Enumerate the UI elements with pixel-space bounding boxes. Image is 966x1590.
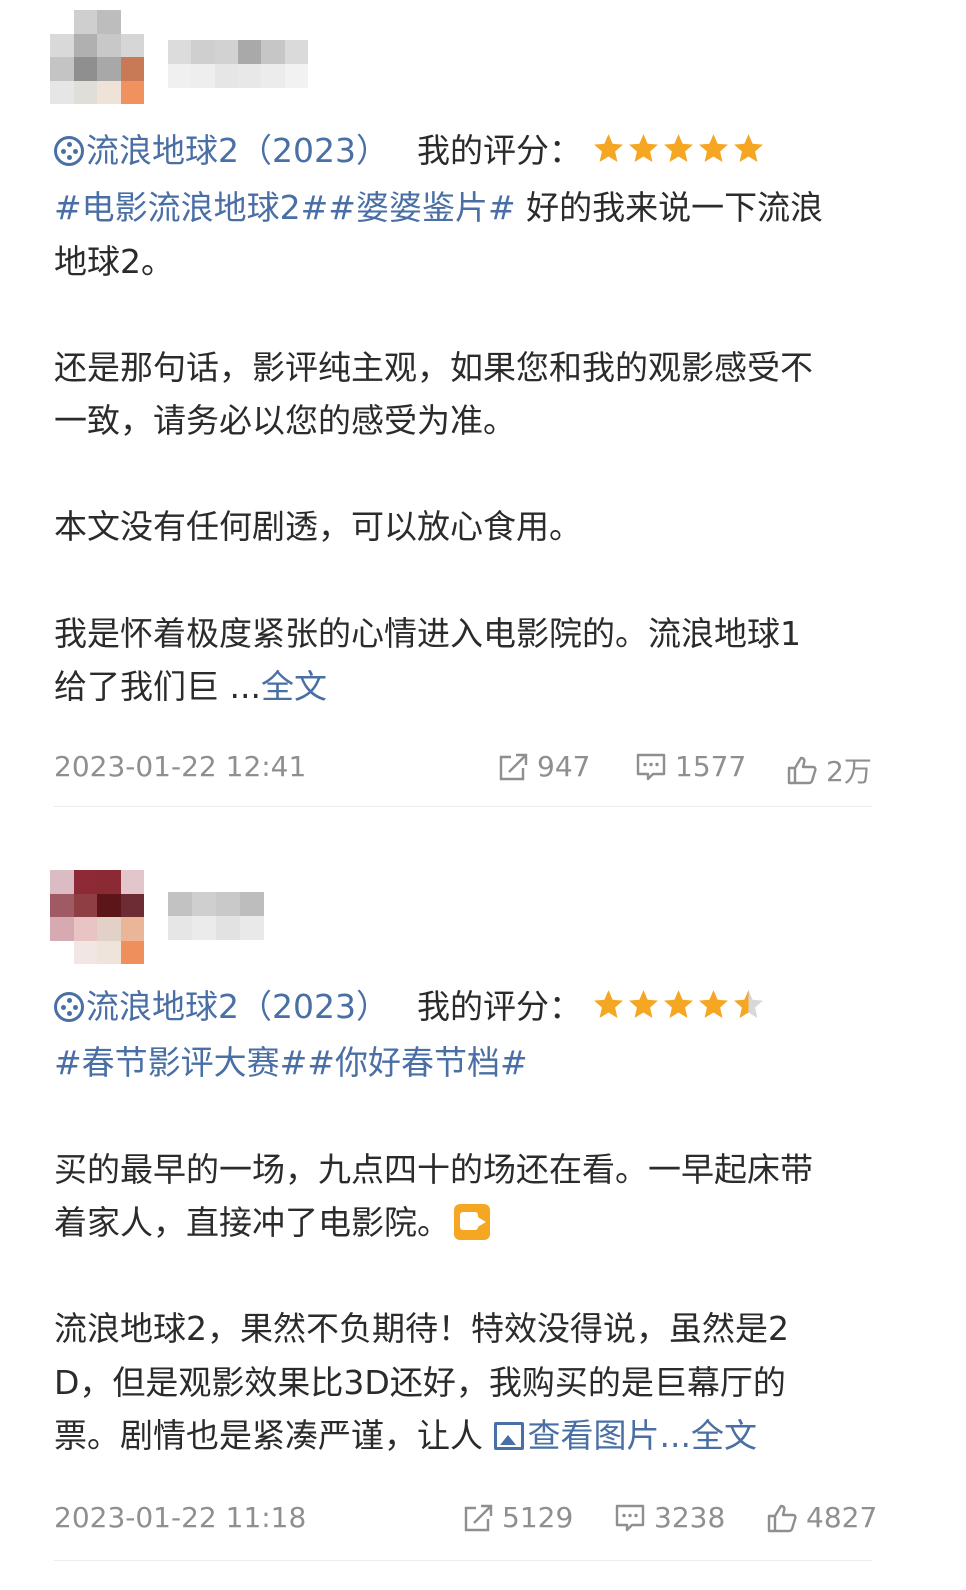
image-icon <box>493 1422 524 1450</box>
star-rating <box>592 132 767 174</box>
repost-button[interactable]: 947 <box>497 750 590 783</box>
repost-icon <box>464 1504 493 1531</box>
like-button[interactable]: 4827 <box>766 1501 877 1534</box>
star-icon <box>592 132 625 165</box>
hashtag-link[interactable]: #春节影评大赛##你好春节档# <box>54 1043 528 1082</box>
post-text-line: 一致，请务必以您的感受为准。 <box>54 401 516 440</box>
movie-tag-link[interactable]: 流浪地球2（2023） <box>54 987 389 1026</box>
full-text-link[interactable]: 全文 <box>261 667 327 706</box>
avatar[interactable] <box>50 10 144 104</box>
star-icon <box>627 988 660 1021</box>
post-text-line: 票。剧情也是紧凑严谨，让人 查看图片...全文 <box>54 1416 757 1455</box>
post-text-line: 地球2。 <box>54 242 174 281</box>
movie-tag-link[interactable]: 流浪地球2（2023） <box>54 131 389 170</box>
post-text-line: D，但是观影效果比3D还好，我购买的是巨幕厅的 <box>54 1363 786 1402</box>
star-icon <box>732 132 765 165</box>
post-text-line: 我是怀着极度紧张的心情进入电影院的。流浪地球1 <box>54 614 801 653</box>
comment-button[interactable]: 3238 <box>614 1501 725 1534</box>
timestamp: 2023-01-22 11:18 <box>54 1501 307 1534</box>
username[interactable] <box>168 40 308 88</box>
post-text-line: #春节影评大赛##你好春节档# <box>54 1043 528 1083</box>
comment-button[interactable]: 1577 <box>635 750 746 783</box>
divider <box>54 806 872 807</box>
post-text-line: 给了我们巨 ...全文 <box>54 667 327 706</box>
star-rating <box>592 988 767 1030</box>
like-button[interactable]: 2万 <box>786 750 872 790</box>
movie-rating-row: 流浪地球2（2023） 我的评分： <box>54 131 767 174</box>
post-text-line: 着家人，直接冲了电影院。 <box>54 1203 490 1243</box>
star-icon <box>662 988 695 1021</box>
divider <box>54 1560 872 1561</box>
comment-icon <box>615 1504 645 1531</box>
weibo-post: 流浪地球2（2023） 我的评分： #春节影评大赛##你好春节档# 买的最早的一场… <box>0 860 966 1590</box>
post-text-line: 还是那句话，影评纯主观，如果您和我的观影感受不 <box>54 348 813 387</box>
timestamp: 2023-01-22 12:41 <box>54 750 307 783</box>
film-icon <box>54 136 84 166</box>
full-text-link[interactable]: ...全文 <box>660 1416 757 1455</box>
post-text-line: #电影流浪地球2##婆婆鉴片# 好的我来说一下流浪 <box>54 188 824 227</box>
star-icon <box>697 988 730 1021</box>
star-icon <box>627 132 660 165</box>
post-text-line: 本文没有任何剧透，可以放心食用。 <box>54 507 582 546</box>
repost-button[interactable]: 5129 <box>462 1501 573 1534</box>
avatar[interactable] <box>50 870 144 964</box>
thumbs-up-icon <box>767 1504 797 1532</box>
star-icon <box>592 988 625 1021</box>
rating-label: 我的评分： <box>416 131 582 170</box>
star-icon <box>697 132 730 165</box>
weibo-post: 流浪地球2（2023） 我的评分： #电影流浪地球2##婆婆鉴片# 好的我来说一下… <box>0 0 966 810</box>
thumbs-up-icon <box>787 756 817 785</box>
movie-emoji-icon <box>454 1204 490 1240</box>
username[interactable] <box>168 892 264 940</box>
half-star-icon <box>732 988 765 1021</box>
star-icon <box>662 132 695 165</box>
rating-label: 我的评分： <box>416 987 582 1026</box>
repost-icon <box>499 753 528 780</box>
comment-icon <box>636 753 666 780</box>
film-icon <box>54 992 84 1022</box>
hashtag-link[interactable]: #电影流浪地球2##婆婆鉴片# <box>54 188 516 227</box>
post-text-line: 买的最早的一场，九点四十的场还在看。一早起床带 <box>54 1150 813 1189</box>
view-image-link[interactable]: 查看图片 <box>493 1416 660 1455</box>
post-text-line: 流浪地球2，果然不负期待！特效没得说，虽然是2 <box>54 1309 789 1348</box>
movie-rating-row: 流浪地球2（2023） 我的评分： <box>54 987 767 1030</box>
